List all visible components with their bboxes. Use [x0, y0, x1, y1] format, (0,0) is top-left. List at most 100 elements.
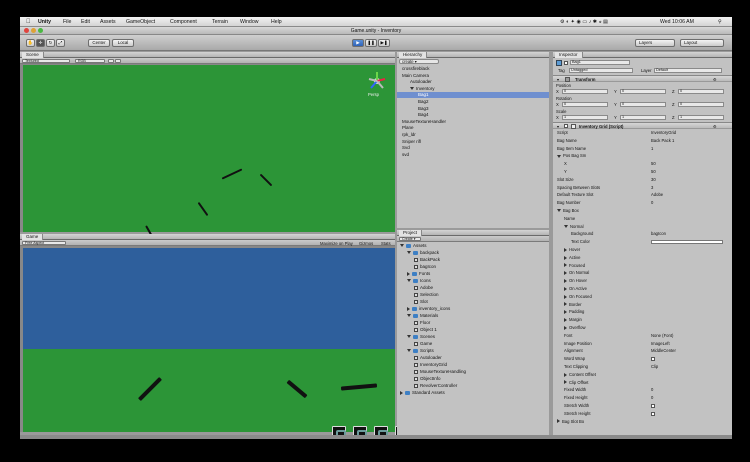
fold-closed-icon[interactable] — [564, 294, 567, 299]
hierarchy-item[interactable]: Bag2 — [397, 99, 549, 105]
rotation-x-field[interactable]: 0 — [562, 102, 608, 107]
inspector-field-value[interactable]: InventoryGrid — [651, 130, 727, 136]
fold-open-icon[interactable] — [407, 335, 411, 339]
inspector-field-label[interactable]: On Focused — [553, 294, 649, 300]
menu-file[interactable]: File — [63, 19, 71, 25]
inspector-field-label[interactable]: Overflow — [553, 325, 649, 331]
fold-closed-icon[interactable] — [564, 247, 567, 252]
hierarchy-item[interactable]: Svd — [397, 145, 549, 151]
color-swatch[interactable] — [651, 240, 723, 245]
inspector-field-value[interactable]: Clip — [651, 364, 727, 370]
inspector-field-value[interactable]: Adobe — [651, 192, 727, 198]
transform-settings-icon[interactable]: ⚙ — [713, 77, 717, 82]
scene-viewport[interactable]: Persp — [23, 65, 395, 237]
scene-weapon-1[interactable] — [221, 168, 243, 180]
inspector-field-label[interactable]: Clip Offset — [553, 380, 649, 386]
fold-open-icon[interactable] — [564, 224, 568, 228]
inspector-field-value[interactable]: ImageLeft — [651, 341, 727, 347]
project-folder[interactable]: Scenes — [397, 334, 549, 340]
inspector-field-value[interactable]: bagIcon — [651, 231, 727, 237]
pause-button[interactable]: ❚❚ — [365, 39, 377, 47]
position-z-field[interactable]: 0 — [678, 89, 724, 94]
project-asset[interactable]: Object 1 — [397, 327, 549, 333]
scene-weapon-2[interactable] — [259, 173, 273, 187]
field-checkbox[interactable] — [651, 357, 655, 362]
field-checkbox[interactable] — [651, 411, 655, 416]
move-tool-icon[interactable]: ✛ — [36, 39, 45, 47]
fold-open-icon[interactable] — [410, 87, 414, 91]
maximize-on-play-toggle[interactable]: Maximize on Play — [320, 241, 353, 246]
menu-edit[interactable]: Edit — [81, 19, 90, 25]
aspect-dropdown[interactable]: Free Aspect — [22, 241, 66, 245]
scale-z-field[interactable]: 1 — [678, 115, 724, 120]
inspector-field-value[interactable]: Back Pack 1 — [651, 138, 727, 144]
project-asset[interactable]: ObjectInfo — [397, 376, 549, 382]
scale-x-field[interactable]: 1 — [562, 115, 608, 120]
script-settings-icon[interactable]: ⚙ — [713, 124, 717, 129]
project-asset[interactable]: Adobe — [397, 285, 549, 291]
gizmos-toggle[interactable]: Gizmos — [359, 241, 373, 246]
inspector-field-value[interactable]: 50 — [651, 161, 727, 167]
hierarchy-item[interactable]: Bag3 — [397, 106, 549, 112]
hierarchy-item[interactable]: Plane — [397, 125, 549, 131]
fold-open-icon[interactable] — [407, 279, 411, 283]
inspector-field-value[interactable]: 0 — [651, 387, 727, 393]
fx-toggle[interactable] — [115, 59, 121, 63]
fold-open-icon[interactable] — [557, 209, 561, 213]
step-button[interactable]: ▶❚ — [378, 39, 390, 47]
project-asset[interactable]: Game — [397, 341, 549, 347]
scene-weapon-3[interactable] — [197, 201, 209, 217]
project-asset[interactable]: Selection — [397, 292, 549, 298]
inspector-field-value[interactable]: 0 — [651, 200, 727, 206]
inspector-field-label[interactable]: On Normal — [553, 270, 649, 276]
menu-app-name[interactable]: Unity — [38, 19, 51, 25]
inspector-field-label[interactable]: Bag Slot Bo — [553, 419, 649, 425]
project-asset[interactable]: InventoryGrid — [397, 362, 549, 368]
hierarchy-item[interactable]: Main Camera — [397, 73, 549, 79]
project-folder[interactable]: Fonts — [397, 271, 549, 277]
hierarchy-item[interactable]: svd — [397, 152, 549, 158]
fold-closed-icon[interactable] — [564, 372, 567, 377]
inspector-field-label[interactable]: On Active — [553, 286, 649, 292]
fold-closed-icon[interactable] — [564, 310, 567, 315]
inspector-field-value[interactable]: 0 — [651, 395, 727, 401]
inspector-field-value[interactable]: 30 — [651, 177, 727, 183]
hierarchy-item[interactable]: crossfireblack — [397, 66, 549, 72]
hierarchy-item[interactable]: MouseTextureHandler — [397, 119, 549, 125]
project-folder[interactable]: Icons — [397, 278, 549, 284]
layers-dropdown[interactable]: Layers — [635, 39, 675, 47]
hierarchy-item[interactable]: rpk_ldr — [397, 132, 549, 138]
project-folder[interactable]: Scripts — [397, 348, 549, 354]
stats-toggle[interactable]: Stats — [381, 241, 391, 246]
script-enabled-checkbox[interactable] — [564, 124, 568, 128]
hierarchy-item[interactable]: Sniper rifl — [397, 139, 549, 145]
scene-gizmo-icon[interactable] — [367, 71, 387, 91]
color-mode-dropdown[interactable]: RGB — [75, 59, 105, 63]
hierarchy-item[interactable]: Bag4 — [397, 112, 549, 118]
object-name-field[interactable]: Bag1 — [570, 60, 630, 65]
spotlight-icon[interactable]: ⚲ — [718, 19, 722, 25]
fold-closed-icon[interactable] — [564, 302, 567, 307]
project-asset[interactable]: bagIcon — [397, 264, 549, 270]
fold-closed-icon[interactable] — [400, 390, 403, 395]
project-asset[interactable]: Floor — [397, 320, 549, 326]
scale-tool-icon[interactable]: ⤢ — [56, 39, 65, 47]
pivot-local-button[interactable]: Local — [112, 39, 134, 47]
project-folder[interactable]: inventory_icons — [397, 306, 549, 312]
inspector-field-label[interactable]: On Hover — [553, 278, 649, 284]
fold-closed-icon[interactable] — [564, 263, 567, 268]
rotate-tool-icon[interactable]: ↻ — [46, 39, 55, 47]
inspector-field-label[interactable]: Pos Bag Sm — [553, 153, 649, 159]
inspector-field-label[interactable]: Focused — [553, 263, 649, 269]
pivot-center-button[interactable]: Center — [88, 39, 110, 47]
position-x-field[interactable]: 0 — [562, 89, 608, 94]
menu-assets[interactable]: Assets — [100, 19, 116, 25]
project-asset[interactable]: RevolverController — [397, 383, 549, 389]
project-asset[interactable]: Slot — [397, 299, 549, 305]
active-checkbox[interactable] — [564, 61, 568, 65]
project-asset[interactable]: Autoloader — [397, 355, 549, 361]
fold-closed-icon[interactable] — [564, 255, 567, 260]
tab-inspector[interactable]: Inspector — [555, 52, 583, 58]
fold-closed-icon[interactable] — [557, 419, 560, 424]
inspector-field-label[interactable]: Content Offset — [553, 372, 649, 378]
